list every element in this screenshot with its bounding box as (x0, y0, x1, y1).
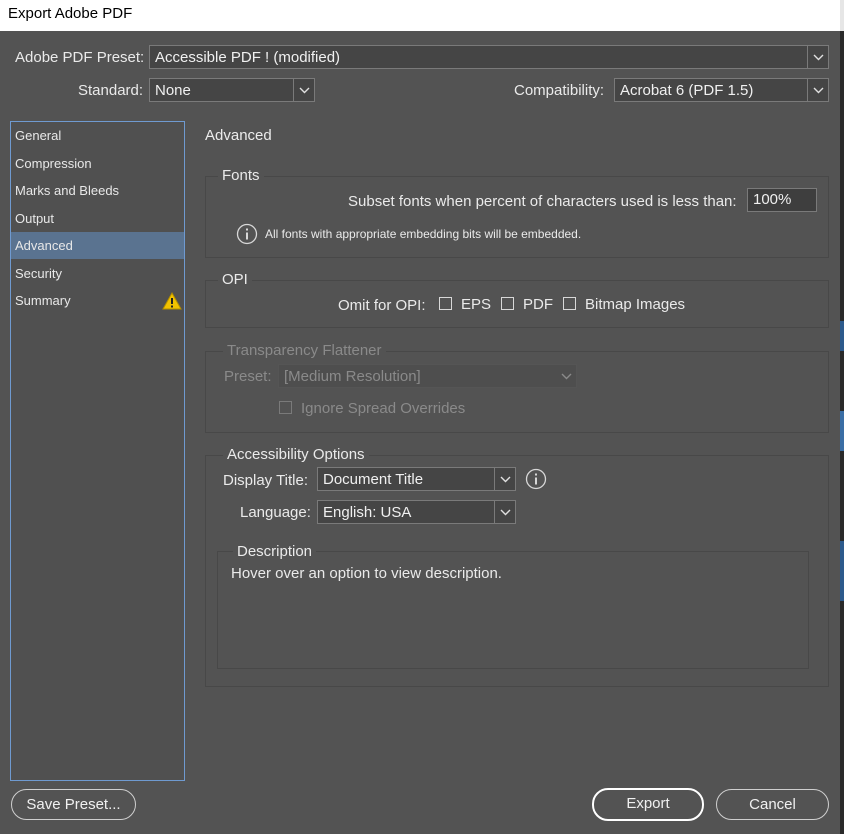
export-button[interactable]: Export (592, 788, 704, 821)
accessibility-legend: Accessibility Options (223, 446, 369, 463)
opi-legend: OPI (218, 271, 252, 288)
standard-value: None (155, 82, 191, 99)
title-bar-edge (840, 0, 844, 31)
bitmap-images-label: Bitmap Images (585, 296, 686, 313)
preset-select[interactable]: Accessible PDF ! (modified) (149, 45, 829, 69)
description-text: Hover over an option to view description… (231, 565, 502, 582)
title-bar: Export Adobe PDF (0, 0, 844, 31)
info-icon[interactable] (525, 468, 547, 495)
standard-select[interactable]: None (149, 78, 315, 102)
category-sidebar: General Compression Marks and Bleeds Out… (10, 121, 185, 781)
ignore-spread-overrides-checkbox[interactable] (279, 401, 292, 414)
display-title-select[interactable]: Document Title (317, 467, 516, 491)
chevron-down-icon (807, 46, 828, 68)
display-title-value: Document Title (323, 471, 424, 488)
ignore-spread-overrides-label: Ignore Spread Overrides (301, 400, 466, 417)
chevron-down-icon (556, 365, 576, 387)
transparency-preset-value: [Medium Resolution] (284, 368, 421, 385)
chevron-down-icon (494, 468, 515, 490)
compatibility-label: Compatibility: (514, 82, 605, 99)
language-value: English: USA (323, 504, 412, 521)
language-label: Language: (240, 504, 311, 521)
language-select[interactable]: English: USA (317, 500, 516, 524)
page-title: Advanced (205, 127, 272, 144)
save-preset-button[interactable]: Save Preset... (11, 789, 136, 820)
transparency-preset-label: Preset: (224, 368, 272, 385)
bitmap-images-checkbox[interactable] (563, 297, 576, 310)
chevron-down-icon (293, 79, 314, 101)
standard-label: Standard: (78, 82, 144, 99)
eps-label: EPS (461, 296, 492, 313)
sidebar-item-security[interactable]: Security (11, 260, 184, 287)
pdf-checkbox[interactable] (501, 297, 514, 310)
sidebar-item-marks-and-bleeds[interactable]: Marks and Bleeds (11, 177, 184, 204)
cancel-button[interactable]: Cancel (716, 789, 829, 820)
sidebar-item-general[interactable]: General (11, 122, 184, 149)
sidebar-item-compression[interactable]: Compression (11, 150, 184, 177)
chevron-down-icon (494, 501, 515, 523)
window-title: Export Adobe PDF (8, 5, 133, 22)
fonts-info-text: All fonts with appropriate embedding bit… (265, 227, 582, 241)
pdf-label: PDF (523, 296, 553, 313)
sidebar-item-summary[interactable]: Summary (11, 287, 184, 314)
chevron-down-icon (807, 79, 828, 101)
opi-group (205, 280, 829, 328)
preset-value: Accessible PDF ! (modified) (155, 49, 341, 66)
fonts-legend: Fonts (218, 167, 264, 184)
sidebar-item-output[interactable]: Output (11, 205, 184, 232)
warning-icon (162, 292, 182, 310)
description-legend: Description (233, 543, 317, 560)
sidebar-item-advanced[interactable]: Advanced (11, 232, 184, 259)
transparency-preset-select[interactable]: [Medium Resolution] (278, 364, 577, 388)
display-title-label: Display Title: (223, 472, 309, 489)
compatibility-select[interactable]: Acrobat 6 (PDF 1.5) (614, 78, 829, 102)
transparency-legend: Transparency Flattener (223, 342, 386, 359)
info-icon (236, 223, 258, 250)
fonts-group (205, 176, 829, 258)
subset-percent-field[interactable]: 100% (747, 188, 817, 212)
background-window-edge (840, 31, 844, 834)
subset-fonts-label: Subset fonts when percent of characters … (348, 193, 737, 210)
preset-label: Adobe PDF Preset: (15, 49, 145, 66)
eps-checkbox[interactable] (439, 297, 452, 310)
compatibility-value: Acrobat 6 (PDF 1.5) (620, 82, 754, 99)
omit-for-opi-label: Omit for OPI: (338, 297, 426, 314)
